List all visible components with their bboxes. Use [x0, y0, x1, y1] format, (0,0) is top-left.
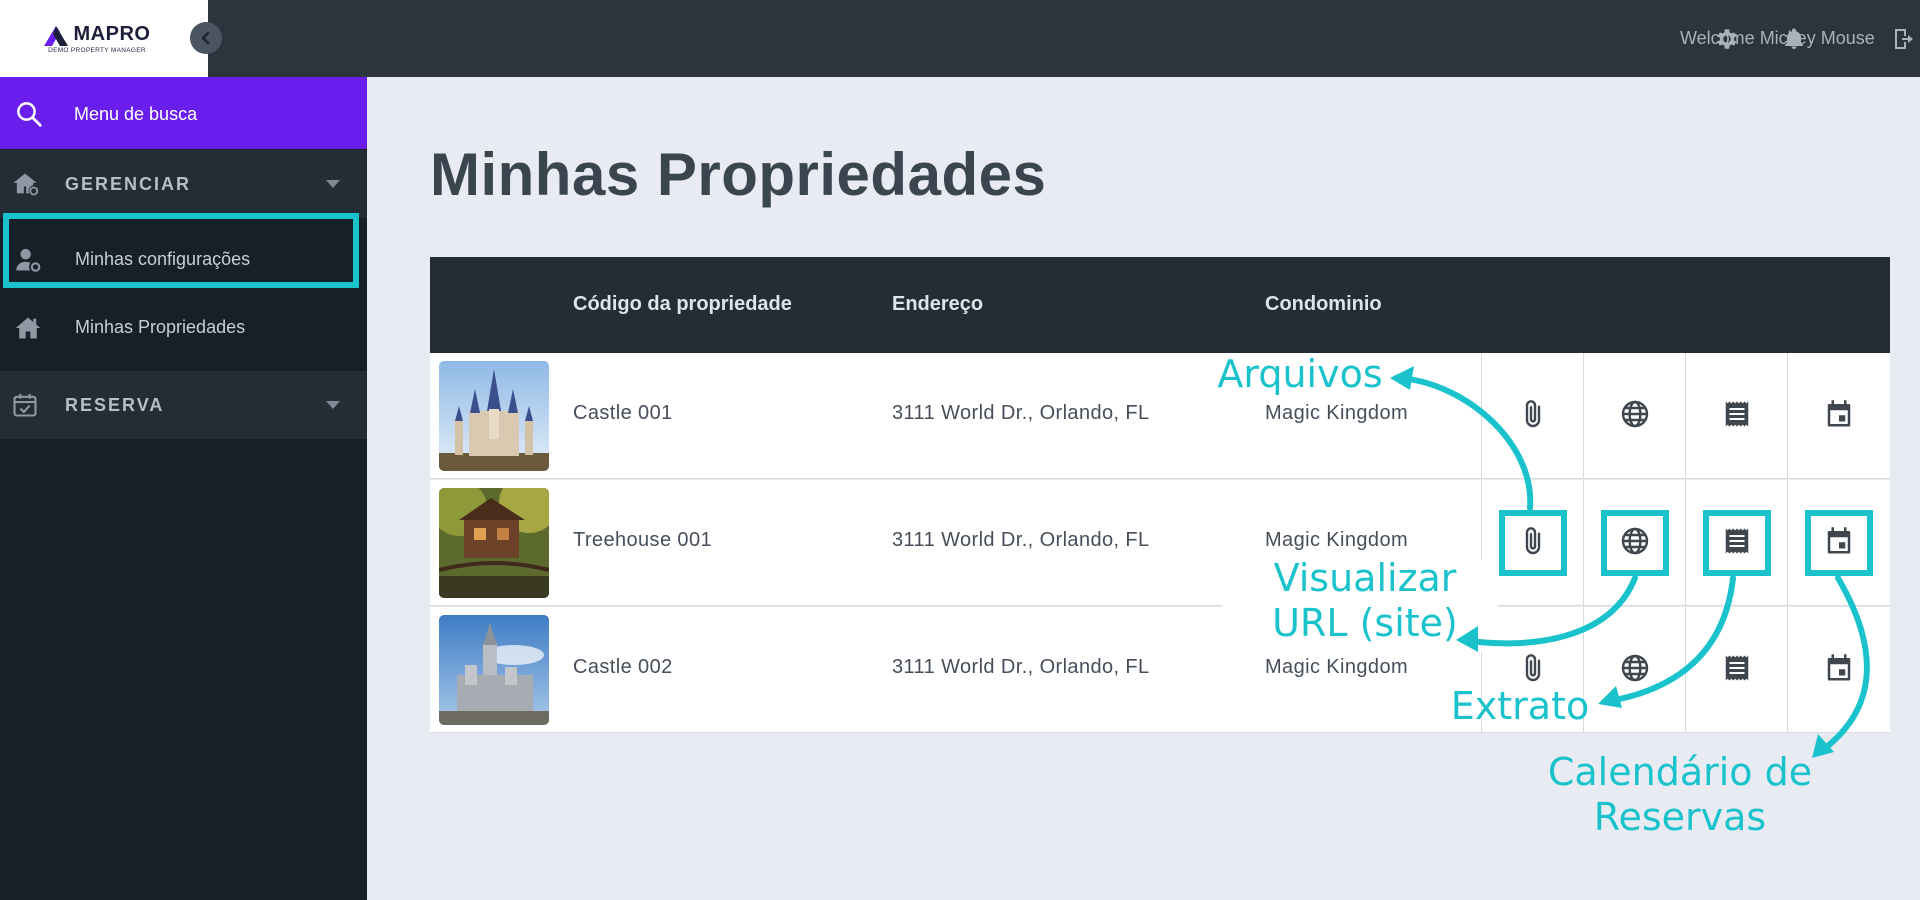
property-thumbnail[interactable]: [439, 361, 549, 471]
brand-logo[interactable]: MAPRO DEMO PROPERTY MANAGER: [43, 23, 151, 54]
column-header-endereco: Endereço: [892, 293, 984, 315]
property-address: 3111 World Dr., Orlando, FL: [892, 402, 1150, 424]
calendar-icon: [1824, 652, 1854, 689]
highlight-box: [1498, 510, 1567, 576]
brand-name: MAPRO: [73, 23, 151, 45]
highlight-box: [1600, 510, 1669, 576]
calendar-icon: [1824, 525, 1854, 562]
property-condo: Magic Kingdom: [1265, 529, 1409, 551]
page-title: Minhas Propriedades: [430, 141, 1047, 208]
property-condo: Magic Kingdom: [1265, 656, 1409, 678]
annotation-visualizar-line2: URL (site): [1272, 600, 1458, 645]
property-address: 3111 World Dr., Orlando, FL: [892, 656, 1150, 678]
property-code: Treehouse 001: [573, 529, 712, 551]
column-header-condominio: Condominio: [1265, 293, 1382, 315]
view-url-button[interactable]: [1583, 353, 1685, 479]
sidebar-search: [0, 77, 367, 149]
house-gear-icon: [13, 173, 39, 196]
highlight-minhas-propriedades: [3, 213, 359, 288]
view-url-button[interactable]: [1583, 480, 1685, 606]
sidebar-item-label: Minhas Propriedades: [75, 316, 246, 337]
brand-logo-area: MAPRO DEMO PROPERTY MANAGER: [0, 0, 208, 77]
sidebar-collapse-button[interactable]: [190, 22, 222, 54]
booking-calendar-button[interactable]: [1787, 480, 1889, 606]
paperclip-icon: [1517, 398, 1549, 435]
receipt-icon: [1722, 652, 1752, 689]
gear-icon[interactable]: [1712, 25, 1740, 53]
property-address: 3111 World Dr., Orlando, FL: [892, 529, 1150, 551]
annotation-arquivos: Arquivos: [1217, 352, 1383, 396]
files-button[interactable]: [1481, 353, 1583, 479]
chevron-left-icon: [201, 31, 210, 45]
receipt-icon: [1722, 398, 1752, 435]
statement-button[interactable]: [1685, 480, 1787, 606]
booking-calendar-button[interactable]: [1787, 607, 1889, 733]
annotation-calendario-line1: Calendário de: [1547, 750, 1813, 794]
table-header: Código da propriedade Endereço Condomini…: [430, 257, 1890, 353]
globe-icon: [1619, 398, 1651, 435]
logout-icon[interactable]: [1890, 25, 1918, 53]
property-condo: Magic Kingdom: [1265, 402, 1409, 424]
brand-tagline: DEMO PROPERTY MANAGER: [48, 47, 146, 54]
table-row[interactable]: Treehouse 001 3111 World Dr., Orlando, F…: [430, 480, 1890, 606]
table-row[interactable]: Castle 002 3111 World Dr., Orlando, FL M…: [430, 607, 1890, 733]
highlight-box: [1804, 510, 1873, 576]
column-header-codigo: Código da propriedade: [573, 293, 792, 315]
section-label: GERENCIAR: [65, 173, 192, 194]
annotation-calendario-line2: Reservas: [1593, 794, 1767, 839]
highlight-box: [1702, 510, 1771, 576]
logo-mark-icon: [43, 26, 68, 46]
home-icon: [15, 317, 41, 339]
annotation-visualizar: Visualizar URL (site): [1240, 556, 1490, 646]
calendar-check-icon: [13, 393, 37, 417]
sidebar-item-minhas-propriedades[interactable]: Minhas Propriedades: [0, 295, 367, 359]
annotation-extrato: Extrato: [1450, 684, 1590, 728]
globe-icon: [1619, 652, 1651, 689]
globe-icon: [1619, 525, 1651, 562]
sidebar: GERENCIAR Minhas configurações Minhas Pr…: [0, 77, 367, 900]
calendar-icon: [1824, 398, 1854, 435]
welcome-text: Welcome Mickey Mouse: [1680, 28, 1875, 48]
property-thumbnail[interactable]: [439, 488, 549, 598]
section-gerenciar[interactable]: GERENCIAR: [0, 150, 367, 218]
booking-calendar-button[interactable]: [1787, 353, 1889, 479]
table-row[interactable]: Castle 001 3111 World Dr., Orlando, FL M…: [430, 353, 1890, 479]
annotation-calendario: Calendário de Reservas: [1530, 750, 1830, 840]
property-code: Castle 001: [573, 402, 673, 424]
chevron-down-icon: [326, 180, 340, 188]
top-bar: Welcome Mickey Mouse: [208, 0, 1920, 77]
statement-button[interactable]: [1685, 353, 1787, 479]
paperclip-icon: [1517, 525, 1549, 562]
statement-button[interactable]: [1685, 607, 1787, 733]
view-url-button[interactable]: [1583, 607, 1685, 733]
annotation-visualizar-line1: Visualizar: [1273, 556, 1457, 600]
property-code: Castle 002: [573, 656, 673, 678]
bell-icon[interactable]: [1780, 25, 1808, 53]
section-label: RESERVA: [65, 394, 165, 415]
section-reserva[interactable]: RESERVA: [0, 371, 367, 439]
property-thumbnail[interactable]: [439, 615, 549, 725]
receipt-icon: [1722, 525, 1752, 562]
search-input[interactable]: [74, 97, 344, 131]
search-icon: [17, 102, 42, 127]
chevron-down-icon: [326, 401, 340, 409]
paperclip-icon: [1517, 652, 1549, 689]
